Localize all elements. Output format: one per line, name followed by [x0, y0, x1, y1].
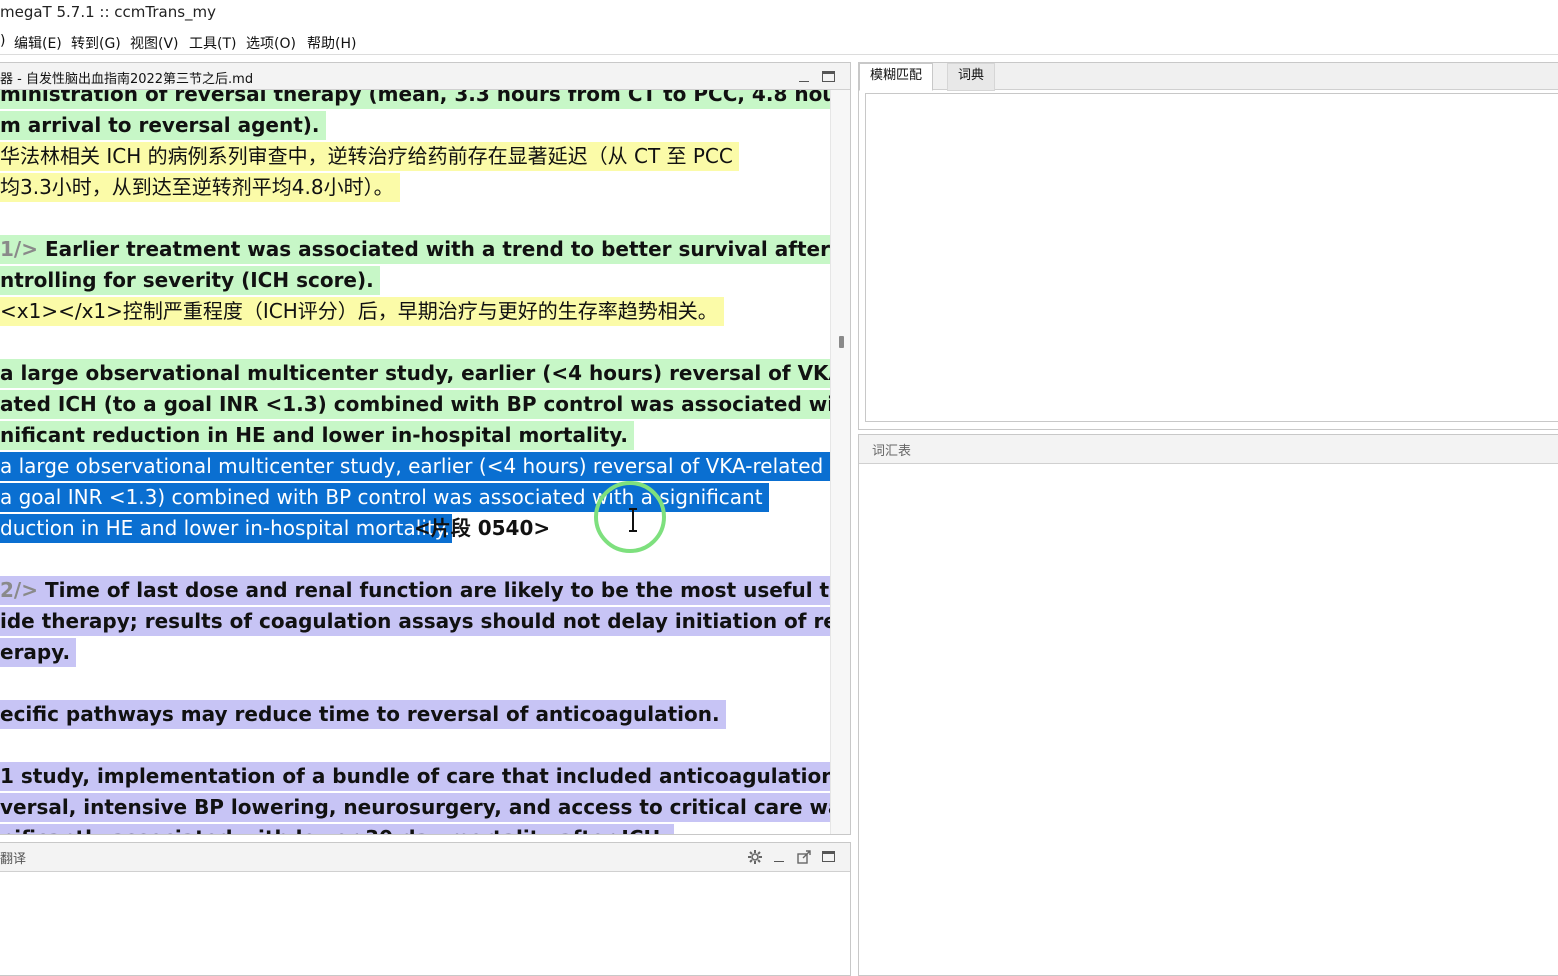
translation-line: <x1></x1>控制严重程度（ICH评分）后，早期治疗与更好的生存率趋势相关。: [0, 297, 724, 326]
source-line: erapy.: [0, 638, 77, 667]
menu-edit[interactable]: 编辑(E): [14, 33, 62, 53]
source-line: nificantly associated with lower 30-day …: [0, 824, 674, 834]
source-line: ecific pathways may reduce time to rever…: [0, 700, 726, 729]
active-source-line: ated ICH (to a goal INR <1.3) combined w…: [0, 390, 830, 419]
glossary-pane: 词汇表: [858, 434, 1558, 976]
tag-marker: 2/>: [0, 578, 38, 602]
machine-translation-pane: 翻译: [0, 842, 851, 976]
tab-fuzzy-matches[interactable]: 模糊匹配: [859, 63, 934, 91]
source-line: ntrolling for severity (ICH score).: [0, 266, 380, 295]
source-line: 1 study, implementation of a bundle of c…: [0, 762, 830, 791]
window-title: megaT 5.7.1 :: ccmTrans_my: [0, 3, 217, 21]
source-line: versal, intensive BP lowering, neurosurg…: [0, 793, 830, 822]
mt-header: 翻译: [0, 843, 850, 872]
tab-dictionary[interactable]: 词典: [947, 63, 996, 91]
source-line: ministration of reversal therapy (mean, …: [0, 90, 830, 109]
translation-line: 华法林相关 ICH 的病例系列审查中，逆转治疗给药前存在显著延迟（从 CT 至 …: [0, 142, 739, 171]
maximize-icon[interactable]: [822, 851, 835, 862]
undock-icon[interactable]: [797, 850, 811, 864]
fuzzy-matches-pane: 模糊匹配 词典: [858, 62, 1558, 430]
menu-goto[interactable]: 转到(G): [71, 33, 121, 53]
source-line: ide therapy; results of coagulation assa…: [0, 607, 830, 636]
active-translation-line[interactable]: a large observational multicenter study,…: [0, 452, 830, 481]
translation-line: 均3.3小时，从到达至逆转剂平均4.8小时）。: [0, 173, 400, 202]
editor-content[interactable]: ministration of reversal therapy (mean, …: [0, 90, 830, 834]
menu-options[interactable]: 选项(O): [246, 33, 296, 53]
fuzzy-tabs: 模糊匹配 词典: [859, 63, 1558, 91]
active-source-line: a large observational multicenter study,…: [0, 359, 830, 388]
minimize-icon[interactable]: [797, 69, 811, 83]
title-bar: megaT 5.7.1 :: ccmTrans_my: [0, 0, 1558, 28]
text-cursor-icon: [629, 508, 637, 532]
menu-tools[interactable]: 工具(T): [189, 33, 236, 53]
minimize-icon[interactable]: [772, 849, 786, 863]
menu-view[interactable]: 视图(V): [130, 33, 179, 53]
maximize-icon[interactable]: [822, 71, 835, 82]
editor-title: 器 - 自发性脑出血指南2022第三节之后.md: [0, 72, 254, 87]
menu-project[interactable]: ): [0, 33, 5, 49]
source-line: 2/> Time of last dose and renal function…: [0, 576, 830, 605]
active-source-line: nificant reduction in HE and lower in-ho…: [0, 421, 635, 450]
mt-title: 翻译: [0, 852, 27, 867]
fuzzy-matches-content[interactable]: [865, 93, 1558, 422]
tag-marker: 1/>: [0, 237, 38, 261]
segment-number-label: <片段 0540>: [414, 516, 551, 540]
menu-help[interactable]: 帮助(H): [307, 33, 356, 53]
source-line: m arrival to reversal agent).: [0, 111, 326, 140]
editor-header: 器 - 自发性脑出血指南2022第三节之后.md: [0, 63, 850, 90]
source-line: 1/> Earlier treatment was associated wit…: [0, 235, 830, 264]
active-translation-line[interactable]: duction in HE and lower in-hospital mort…: [0, 514, 453, 543]
glossary-header: 词汇表: [859, 435, 1558, 464]
editor-pane: 器 - 自发性脑出血指南2022第三节之后.md ministration of…: [0, 62, 851, 835]
gear-icon[interactable]: [747, 849, 763, 865]
scrollbar-thumb[interactable]: [839, 336, 844, 348]
menu-bar: ) 编辑(E) 转到(G) 视图(V) 工具(T) 选项(O) 帮助(H): [0, 28, 1558, 55]
editor-scrollbar[interactable]: [830, 90, 850, 834]
glossary-title: 词汇表: [872, 444, 912, 459]
